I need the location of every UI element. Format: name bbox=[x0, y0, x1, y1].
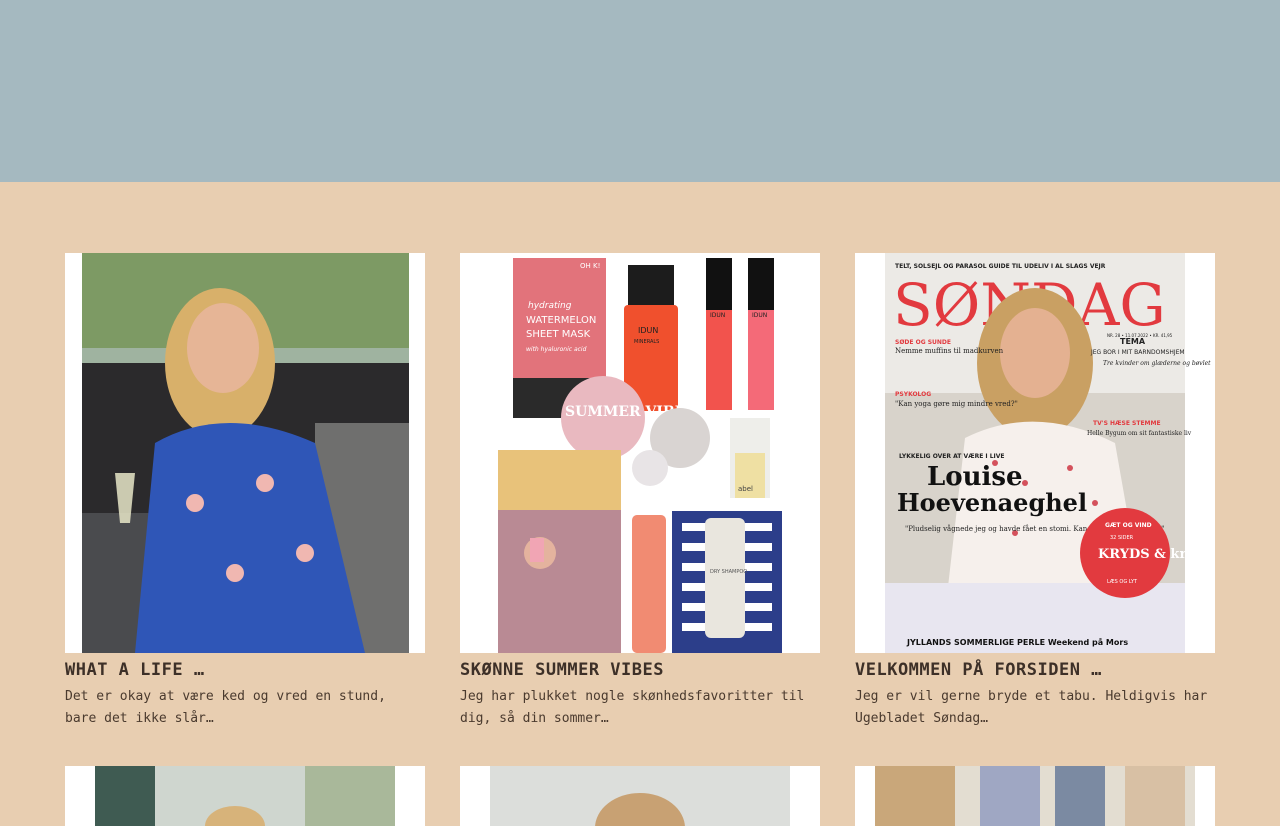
woman-with-wine-photo bbox=[65, 253, 425, 653]
post-title[interactable]: WHAT A LIFE … bbox=[65, 660, 425, 684]
cover-badge4: LÆS OG LYT bbox=[1107, 579, 1138, 585]
polish-brand: IDUN bbox=[638, 326, 658, 335]
beauty-products-collage: OH K! hydrating WATERMELON SHEET MASK wi… bbox=[460, 253, 820, 653]
cover-k2b: "Kan yoga gøre mig mindre vred?" bbox=[895, 400, 1018, 408]
post-thumbnail[interactable] bbox=[460, 766, 820, 826]
post-card[interactable]: TELT, SOLSEJL OG PARASOL GUIDE TIL UDELI… bbox=[855, 253, 1215, 730]
cover-k3: TEMA bbox=[1120, 337, 1146, 346]
bottle-label: abel bbox=[738, 485, 753, 493]
post-grid: WHAT A LIFE … Det er okay at være ked og… bbox=[65, 253, 1215, 730]
post-thumbnail[interactable] bbox=[65, 766, 425, 826]
post-thumbnail[interactable]: OH K! hydrating WATERMELON SHEET MASK wi… bbox=[460, 253, 820, 653]
post-card[interactable]: WHAT A LIFE … Det er okay at være ked og… bbox=[65, 253, 425, 730]
mask-line4: with hyaluronic acid bbox=[526, 346, 587, 353]
cover-k5: LYKKELIG OVER AT VÆRE I LIVE bbox=[899, 453, 1005, 460]
cover-badge3: KRYDS & krimi bbox=[1098, 547, 1210, 562]
cover-k4: TV'S HÆSE STEMME bbox=[1093, 420, 1161, 427]
post-thumbnail[interactable]: TELT, SOLSEJL OG PARASOL GUIDE TIL UDELI… bbox=[855, 253, 1215, 653]
post-title[interactable]: VELKOMMEN PÅ FORSIDEN … bbox=[855, 660, 1215, 684]
post-excerpt: Jeg er vil gerne bryde et tabu. Heldigvi… bbox=[855, 689, 1208, 726]
mask-line2: WATERMELON bbox=[526, 315, 596, 326]
post-title[interactable]: SKØNNE SUMMER VIBES bbox=[460, 660, 820, 684]
cover-k2: PSYKOLOG bbox=[895, 391, 931, 398]
magazine-cover-photo: TELT, SOLSEJL OG PARASOL GUIDE TIL UDELI… bbox=[855, 253, 1215, 653]
portrait-photo bbox=[65, 766, 425, 826]
cover-k1b: Nemme muffins til madkurven bbox=[895, 347, 1004, 355]
mask-line1: hydrating bbox=[528, 301, 572, 311]
cover-name2: Hoevenaeghel bbox=[897, 488, 1087, 517]
polish-sub: MINERALS bbox=[634, 339, 659, 345]
gloss2-brand: IDUN bbox=[752, 312, 767, 319]
cover-k3b: JEG BOR I MIT BARNDOMSHJEM bbox=[1090, 349, 1185, 356]
post-thumbnail[interactable] bbox=[65, 253, 425, 653]
interior-photo bbox=[855, 766, 1215, 826]
cover-badge1: GÆT OG VIND bbox=[1105, 522, 1152, 529]
mask-line3: SHEET MASK bbox=[526, 329, 591, 340]
cover-k4b: Helle Bygum om sit fantastiske liv bbox=[1087, 430, 1192, 437]
cover-topline: TELT, SOLSEJL OG PARASOL GUIDE TIL UDELI… bbox=[895, 263, 1106, 270]
post-thumbnail[interactable] bbox=[855, 766, 1215, 826]
post-excerpt: Jeg har plukket nogle skønhedsfavoritter… bbox=[460, 689, 805, 726]
cover-k3c: Tre kvinder om glæderne og bøvlet bbox=[1103, 360, 1211, 367]
shampoo-label: DRY SHAMPOO bbox=[710, 569, 747, 575]
cover-badge2: 32 SIDER bbox=[1110, 535, 1134, 541]
cover-k1: SØDE OG SUNDE bbox=[895, 339, 951, 346]
mask-brand: OH K! bbox=[580, 262, 600, 270]
gloss1-brand: IDUN bbox=[710, 312, 725, 319]
hero-banner bbox=[0, 0, 1280, 182]
post-excerpt: Det er okay at være ked og vred en stund… bbox=[65, 689, 386, 726]
post-card[interactable]: OH K! hydrating WATERMELON SHEET MASK wi… bbox=[460, 253, 820, 730]
cover-bottom: JYLLANDS SOMMERLIGE PERLE Weekend på Mor… bbox=[906, 637, 1128, 647]
portrait-photo bbox=[460, 766, 820, 826]
post-grid-row-2 bbox=[65, 766, 1215, 826]
